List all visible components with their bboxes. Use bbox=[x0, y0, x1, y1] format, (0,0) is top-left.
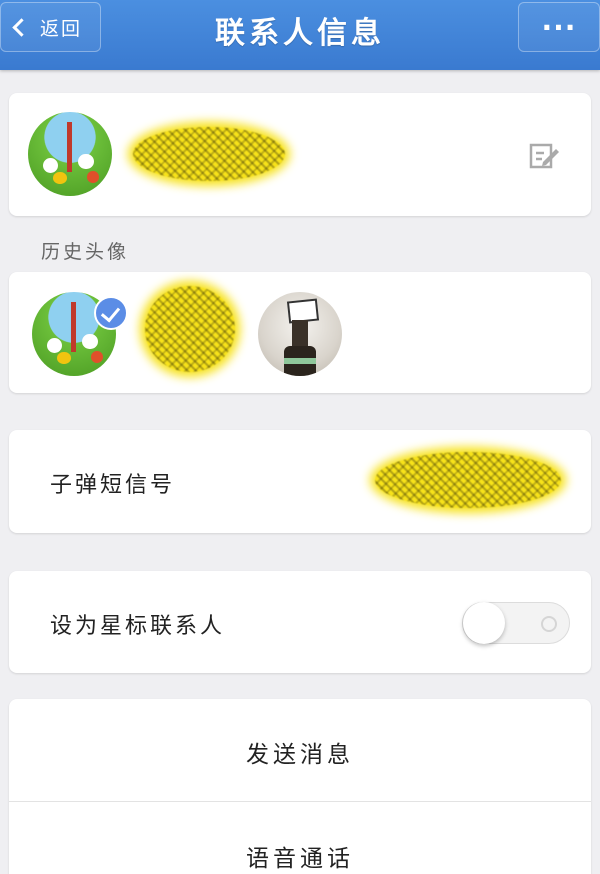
edit-icon[interactable] bbox=[529, 141, 559, 171]
voice-call-button[interactable]: 语音通话 bbox=[9, 839, 591, 873]
history-avatars-label: 历史头像 bbox=[41, 241, 130, 263]
divider bbox=[9, 801, 591, 802]
top-nav-bar: 返回 联系人信息 ··· bbox=[0, 0, 600, 70]
avatar[interactable] bbox=[28, 112, 112, 196]
toggle-off-indicator bbox=[541, 616, 557, 632]
history-avatar-2-redacted[interactable] bbox=[145, 286, 235, 372]
page-title: 联系人信息 bbox=[215, 16, 385, 51]
history-avatar-3[interactable] bbox=[258, 292, 342, 376]
bullet-id-label: 子弹短信号 bbox=[50, 473, 176, 498]
redacted-bullet-id bbox=[375, 452, 561, 508]
bullet-id-row[interactable]: 子弹短信号 bbox=[9, 430, 591, 533]
selected-check-icon bbox=[94, 296, 128, 330]
more-button[interactable]: ··· bbox=[518, 2, 600, 52]
actions-card: 发送消息 语音通话 bbox=[9, 699, 591, 874]
star-contact-label: 设为星标联系人 bbox=[50, 614, 226, 639]
chevron-left-icon bbox=[12, 17, 31, 37]
redacted-name bbox=[133, 127, 285, 181]
profile-card bbox=[9, 93, 591, 216]
back-button[interactable]: 返回 bbox=[0, 2, 101, 52]
back-label: 返回 bbox=[40, 17, 83, 40]
more-icon: ··· bbox=[541, 10, 577, 44]
toggle-knob bbox=[463, 602, 505, 644]
star-contact-toggle[interactable] bbox=[462, 602, 570, 644]
send-message-button[interactable]: 发送消息 bbox=[9, 735, 591, 769]
